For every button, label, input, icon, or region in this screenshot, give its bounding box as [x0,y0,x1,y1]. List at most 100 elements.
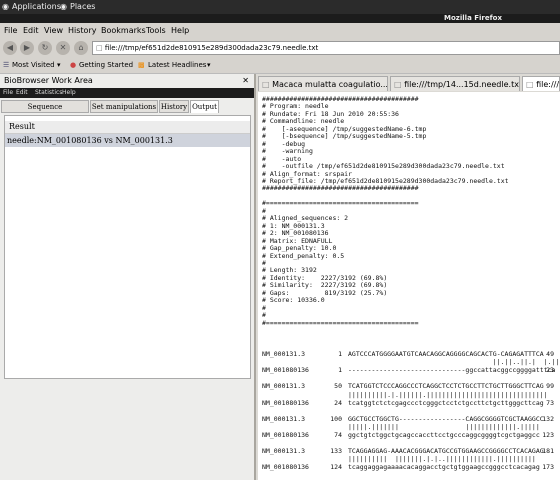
tab-macaca-label: Macaca mulatta coagulatio... [272,80,388,89]
page-icon: □ [96,44,103,52]
tab-macaca[interactable]: □ Macaca mulatta coagulatio... [258,76,388,91]
most-visited-button[interactable]: Most Visited [12,61,55,69]
alignment-end: 123 [542,431,554,439]
system-top-panel: ◉ Applications ◉ Places [0,0,560,14]
alignment-sequence: TCATGGTCTCCCAGGCCCTCAGGCTCCTCTGCCTTCTGCT… [348,382,544,391]
sidebar-title: BioBrowser Work Area [4,76,93,85]
tab-page-icon: □ [394,80,402,89]
latest-headlines-chevron-icon[interactable]: ▾ [207,61,211,69]
menu-edit[interactable]: Edit [23,26,39,35]
reload-icon[interactable]: ↻ [38,41,52,55]
most-visited-chevron-icon[interactable]: ▾ [57,61,61,69]
alignment-start: 50 [334,382,342,391]
back-icon[interactable]: ◀ [3,41,17,55]
getting-started-link[interactable]: Getting Started [79,61,133,69]
alignment-start: 24 [334,398,342,407]
alignment-sequence: tcatggtctctcgagccctcgggctcctctgccttctgct… [348,398,544,407]
stop-icon[interactable]: ✕ [56,41,70,55]
tab-set-manipulations[interactable]: Set manipulations [90,100,158,113]
alignment-block: NM_000131.3 1 AGTCCCATGGGGAATGTCAACAGGCAGG… [262,350,558,480]
sidebar-menu-statistics[interactable]: Statistics [35,88,62,98]
alignment-seq-name: NM_000131.3 [262,447,306,456]
alignment-seq-name: NM_000131.3 [262,350,306,358]
alignment-seq-name: NM_001080136 [262,431,309,439]
window-title: Mozilla Firefox [444,14,502,22]
alignment-row: NM_001080136 124 tcaggaggagaaaacacaggacctg… [262,463,558,471]
url-bar[interactable]: □ file:///tmp/ef651d2de810915e289d300dad… [92,41,560,55]
alignment-match-row: |||||||||| |||||||.|.|..||||||||||||.|||… [262,455,558,463]
alignment-sequence: ggctgtctggctgcagccaccttcctgcccaggcggggtc… [348,431,540,439]
tab-needle-current-label: file:///t [536,80,560,89]
getting-started-icon: ● [70,61,77,69]
menu-bookmarks[interactable]: Bookmarks [101,26,146,35]
menu-file[interactable]: File [4,26,17,35]
alignment-end: 132 [542,414,554,423]
alignment-match-row: ||.||..||.| |.||||||| [262,358,558,366]
alignment-start: 1 [338,350,342,358]
alignment-match-row [262,439,558,447]
places-menu[interactable]: Places [70,2,95,11]
places-icon[interactable]: ◉ [60,2,67,11]
alignment-row: NM_001080136 74 ggctgtctggctgcagccaccttcct… [262,431,558,439]
latest-headlines-button[interactable]: Latest Headlines [148,61,206,69]
alignment-sequence: |||||||||| |||||||.|.|..||||||||||||.|||… [348,455,536,464]
applications-icon[interactable]: ◉ [2,2,9,11]
sidebar-menu-file[interactable]: File [3,88,13,98]
alignment-match-row: ||||||||||.|.||||||.||||||||||||||||||||… [262,391,558,399]
alignment-seq-name: NM_000131.3 [262,414,306,423]
sidebar-menu-edit[interactable]: Edit [16,88,28,98]
result-column-header[interactable]: Result [5,121,250,134]
alignment-sequence: tcaggaggagaaaacacaggacctgctgtggaagccgggc… [348,463,540,472]
alignment-start: 100 [330,414,342,423]
alignment-seq-name: NM_000131.3 [262,382,306,391]
alignment-sequence: GGCTGCCTGGCTG-----------------CAGGCGGGGT… [348,414,544,423]
alignment-row: NM_000131.3 133 TCAGGAGGAG-AAACACGGGACATGC… [262,447,558,455]
alignment-end: 73 [546,398,554,407]
sidebar-tabs: Sequence manipulations Set manipulations… [0,99,254,124]
rss-icon: ▩ [138,61,145,69]
tab-page-icon: □ [526,80,534,89]
navigation-toolbar: ◀ ▶ ↻ ✕ ⌂ □ file:///tmp/ef651d2de810915e… [0,38,560,58]
alignment-end: 173 [542,463,554,472]
alignment-seq-name: NM_001080136 [262,366,309,375]
alignment-start: 124 [330,463,342,472]
tab-needle-current[interactable]: □ file:///t [522,76,560,91]
alignment-match-row [262,407,558,415]
browser-tab-strip: □ Macaca mulatta coagulatio... □ file://… [256,74,560,92]
tab-page-icon: □ [262,80,270,89]
menu-view[interactable]: View [44,26,63,35]
alignment-row: NM_000131.3 100 GGCTGCCTGGCTG-------------… [262,415,558,423]
alignment-sequence: TCAGGAGGAG-AAACACGGGACATGCCGTGGAAGCCGGGG… [348,447,544,456]
output-panel: Result needle:NM_001080136 vs NM_000131.… [4,115,251,379]
menu-tools[interactable]: Tools [146,26,166,35]
applications-menu[interactable]: Applications [12,2,61,11]
menu-history[interactable]: History [68,26,96,35]
url-text: file:///tmp/ef651d2de810915e289d300dada2… [104,44,319,52]
tab-output[interactable]: Output [190,100,219,113]
alignment-start: 133 [330,447,342,456]
alignment-sequence: ||||||||||.|.||||||.||||||||||||||||||||… [348,390,548,399]
tab-needle-1[interactable]: □ file:///tmp/14...15d.needle.txt [390,76,520,91]
alignment-row: NM_000131.3 50 TCATGGTCTCCCAGGCCCTCAGGCTCC… [262,382,558,390]
close-sidebar-icon[interactable]: ✕ [242,74,249,88]
sidebar-header: BioBrowser Work Area ✕ [0,74,254,88]
sidebar-menu-help[interactable]: Help [62,88,76,98]
home-icon[interactable]: ⌂ [74,41,88,55]
result-row[interactable]: needle:NM_001080136 vs NM_000131.3 [5,134,250,147]
biobrowser-sidebar: BioBrowser Work Area ✕ File Edit Statist… [0,74,256,480]
alignment-sequence: AGTCCCATGGGGAATGTCAACAGGCAGGGGCAGCACTG-C… [348,350,544,358]
most-visited-icon: ☰ [3,61,10,69]
alignment-end: 23 [546,366,554,375]
sidebar-menu-bar: File Edit Statistics Help [0,88,254,98]
window-title-bar: Mozilla Firefox [0,14,560,23]
tab-history[interactable]: History [159,100,189,113]
menu-help[interactable]: Help [171,26,189,35]
tab-sequence-manipulations[interactable]: Sequence manipulations [1,100,89,124]
alignment-row: NM_000131.3 1 AGTCCCATGGGGAATGTCAACAGGCAGG… [262,350,558,358]
alignment-start: 74 [334,431,342,439]
alignment-match-row [262,374,558,382]
alignment-seq-name: NM_001080136 [262,398,309,407]
forward-icon[interactable]: ▶ [20,41,34,55]
needle-report-header: ########################################… [262,95,509,327]
alignment-end: 99 [546,382,554,391]
